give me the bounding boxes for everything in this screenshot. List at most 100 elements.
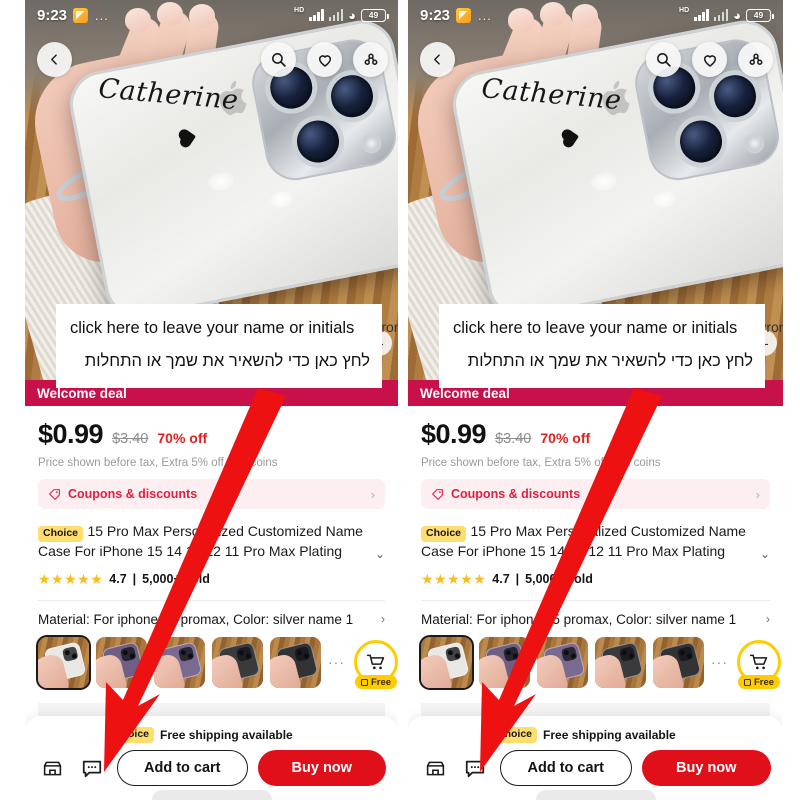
rating-separator: | [132, 572, 137, 587]
thumb-black-case-2[interactable] [653, 636, 704, 688]
add-to-cart-button[interactable]: Add to cart [117, 750, 248, 786]
back-button[interactable] [37, 42, 72, 77]
gloss-3 [269, 189, 294, 210]
free-gift-cart-badge[interactable]: Free [354, 640, 398, 690]
coupons-row[interactable]: Coupons & discounts › [38, 479, 385, 509]
chevron-down-icon[interactable]: ⌄ [375, 547, 385, 561]
variant-row[interactable]: Material: For iphone 15 promax, Color: s… [38, 601, 385, 627]
product-title-block[interactable]: Choice 15 Pro Max Personalized Customize… [38, 522, 385, 562]
chevron-left-icon [51, 54, 57, 65]
status-bar: 9:23 ... HD ◕ 49 [408, 0, 783, 30]
buy-now-label: Buy now [676, 760, 737, 776]
free-gift-cart-badge[interactable]: Free [737, 640, 781, 690]
store-button[interactable] [420, 753, 450, 783]
battery-icon: 49 [746, 8, 774, 22]
buy-now-button[interactable]: Buy now [641, 750, 771, 786]
thumb-black-case[interactable] [595, 636, 646, 688]
product-title-block[interactable]: Choice 15 Pro Max Personalized Customize… [421, 522, 770, 562]
search-button[interactable] [646, 42, 681, 77]
add-to-cart-button[interactable]: Add to cart [500, 750, 632, 786]
buy-now-button[interactable]: Buy now [257, 750, 386, 786]
share-icon [749, 53, 762, 65]
thumb-purple-case-2[interactable] [537, 636, 588, 688]
choice-badge: Choice [421, 526, 467, 542]
camera-lens-3 [287, 111, 349, 173]
free-label: Free [753, 676, 775, 688]
rating-value: 4.7 [492, 572, 510, 587]
home-indicator [151, 790, 272, 800]
chevron-down-icon[interactable]: ⌄ [760, 547, 770, 561]
choice-badge-shipping: Choice [492, 727, 538, 743]
action-buttons: Add to cart Buy now [420, 750, 771, 786]
price-row: $0.99 $3.40 70% off [421, 406, 770, 450]
panel-left: Catherine 9:23 ... HD ◕ 49 Welcome deal … [0, 0, 400, 800]
variant-row[interactable]: Material: For iphone 15 promax, Color: s… [421, 601, 770, 627]
camera-flash [359, 131, 384, 156]
chat-button[interactable] [460, 753, 490, 783]
heart-icon [703, 54, 716, 67]
back-button[interactable] [420, 42, 455, 77]
thumb-purple-case[interactable] [96, 636, 147, 688]
gloss-2 [206, 170, 236, 194]
wishlist-button[interactable] [307, 42, 342, 77]
signal-bars-secondary-icon [328, 9, 344, 21]
add-to-cart-label: Add to cart [527, 760, 605, 776]
store-icon [426, 761, 444, 775]
annotation-callout-right: click here to leave your name or initial… [439, 304, 765, 389]
buy-now-label: Buy now [291, 760, 352, 776]
more-variants-indicator[interactable]: ··· [711, 654, 728, 670]
status-time: 9:23 [37, 6, 68, 24]
wifi-icon: ◕ [348, 7, 356, 23]
heart-icon [563, 130, 580, 146]
shopping-cart-icon [749, 654, 768, 670]
note-app-icon [456, 7, 472, 23]
search-button[interactable] [261, 42, 296, 77]
current-price: $0.99 [38, 419, 104, 449]
rating-row[interactable]: ★★★★★ 4.7 | 5,000+ sold [421, 571, 770, 588]
store-icon [43, 761, 61, 775]
status-indicators: HD ◕ 49 [294, 7, 389, 23]
tag-icon [49, 488, 60, 500]
thumb-camera-icon [61, 645, 79, 662]
chat-button[interactable] [77, 753, 107, 783]
product-title: 15 Pro Max Personalized Customized Name … [38, 523, 363, 559]
thumb-silver-case[interactable] [38, 636, 89, 688]
status-bar: 9:23 ... HD ◕ 49 [25, 0, 398, 30]
thumb-purple-case-2[interactable] [154, 636, 205, 688]
thumb-black-case-2[interactable] [270, 636, 321, 688]
rating-separator: | [515, 572, 520, 587]
thumb-silver-case[interactable] [421, 636, 472, 688]
dual-panel-container: Catherine 9:23 ... HD ◕ 49 Welcome deal … [0, 0, 800, 800]
thumb-camera-icon [177, 645, 195, 662]
annotation-callout-left: click here to leave your name or initial… [56, 304, 382, 389]
rating-value: 4.7 [109, 572, 127, 587]
thumb-purple-case[interactable] [479, 636, 530, 688]
wishlist-button[interactable] [692, 42, 727, 77]
status-time: 9:23 [420, 6, 451, 24]
coupons-row[interactable]: Coupons & discounts › [421, 479, 770, 509]
more-variants-indicator[interactable]: ··· [328, 654, 345, 670]
thumb-camera-icon [444, 645, 462, 662]
star-rating-icon: ★★★★★ [421, 570, 487, 587]
free-label-badge: Free [354, 675, 398, 690]
variant-thumbnails: ··· Free [421, 636, 781, 690]
bottom-action-bar: Choice Free shipping available Add to ca… [408, 716, 783, 800]
shipping-text: Free shipping available [543, 728, 676, 742]
heart-icon [180, 130, 197, 146]
rating-row[interactable]: ★★★★★ 4.7 | 5,000+ sold [38, 571, 385, 588]
status-overflow-dots: ... [478, 7, 492, 23]
thumb-black-case[interactable] [212, 636, 263, 688]
choice-badge: Choice [38, 526, 84, 542]
wifi-icon: ◕ [733, 7, 741, 23]
panel-right: Catherine 9:23 ... HD ◕ 49 Welcome deal … [400, 0, 800, 800]
camera-flash [742, 131, 767, 156]
share-button[interactable] [738, 42, 773, 77]
store-button[interactable] [37, 753, 67, 783]
signal-bars-icon [694, 9, 709, 21]
thumb-camera-icon [676, 645, 694, 662]
battery-icon: 49 [361, 8, 389, 22]
share-icon [364, 53, 377, 65]
shipping-text: Free shipping available [160, 728, 293, 742]
variant-thumbnails: ··· Free [38, 636, 398, 690]
share-button[interactable] [353, 42, 388, 77]
